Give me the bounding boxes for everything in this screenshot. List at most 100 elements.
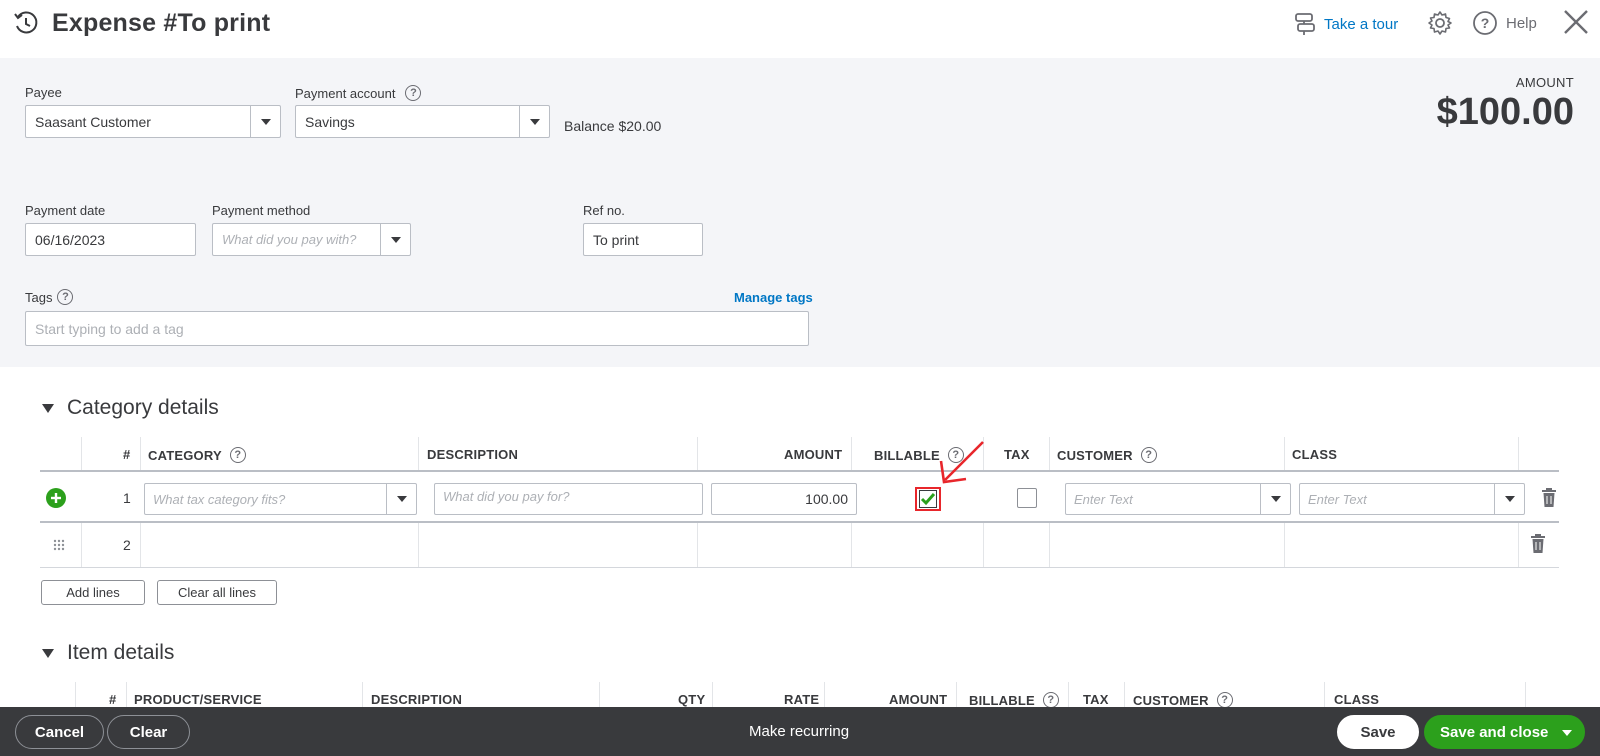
- expense-form-panel: Payee Saasant Customer Payment account ?…: [0, 58, 1600, 367]
- chevron-down-icon: [390, 236, 401, 243]
- payment-account-dropdown-toggle[interactable]: [519, 106, 549, 137]
- item-col-header-rate: RATE: [784, 692, 820, 707]
- save-and-close-button[interactable]: Save and close: [1424, 715, 1585, 749]
- col-header-billable-label: BILLABLE: [874, 447, 940, 463]
- payment-method-dropdown-toggle[interactable]: [380, 224, 410, 255]
- category-placeholder: What tax category fits?: [153, 491, 286, 507]
- col-divider: [956, 682, 957, 707]
- clear-all-lines-button[interactable]: Clear all lines: [157, 580, 277, 605]
- col-divider: [1124, 682, 1125, 707]
- payment-method-select[interactable]: What did you pay with?: [212, 223, 411, 256]
- collapse-triangle-icon: [42, 403, 54, 413]
- amount-total: $100.00: [1436, 91, 1574, 133]
- footer-bar: Cancel Clear Make recurring Save Save an…: [0, 707, 1600, 756]
- col-header-amount: AMOUNT: [784, 447, 843, 462]
- item-details-header[interactable]: Item details: [42, 641, 174, 665]
- help-button[interactable]: ? Help: [1472, 10, 1537, 36]
- col-divider: [126, 682, 127, 707]
- class-select[interactable]: Enter Text: [1299, 483, 1525, 515]
- tags-input[interactable]: Start typing to add a tag: [25, 311, 809, 346]
- row-number: 1: [123, 490, 131, 506]
- tags-placeholder: Start typing to add a tag: [35, 320, 184, 337]
- save-button[interactable]: Save: [1337, 715, 1419, 749]
- category-dropdown-toggle[interactable]: [386, 484, 416, 514]
- svg-text:?: ?: [1481, 15, 1490, 31]
- col-header-customer-label: CUSTOMER: [1057, 447, 1133, 463]
- settings-gear-icon[interactable]: [1427, 10, 1453, 36]
- ref-no-label: Ref no.: [583, 203, 625, 218]
- take-a-tour-link[interactable]: Take a tour: [1294, 12, 1398, 36]
- col-divider: [1525, 682, 1526, 707]
- payment-account-label-row: Payment account ?: [295, 85, 422, 101]
- item-col-header-product: PRODUCT/SERVICE: [134, 692, 262, 707]
- help-question-icon[interactable]: ?: [1042, 692, 1059, 708]
- payment-account-label: Payment account: [295, 85, 396, 101]
- make-recurring-link[interactable]: Make recurring: [749, 723, 849, 740]
- category-details-header[interactable]: Category details: [42, 396, 219, 420]
- amount-input[interactable]: 100.00: [711, 483, 857, 515]
- col-divider: [712, 682, 713, 707]
- payment-method-placeholder: What did you pay with?: [222, 232, 357, 247]
- help-question-icon[interactable]: ?: [229, 447, 246, 463]
- tags-label-row: Tags ?: [25, 289, 74, 305]
- col-header-category: CATEGORY ?: [148, 447, 246, 463]
- page-title: Expense #To print: [52, 9, 271, 37]
- payment-date-input[interactable]: 06/16/2023: [25, 223, 196, 256]
- add-line-plus-icon[interactable]: [46, 488, 66, 508]
- description-input[interactable]: What did you pay for?: [434, 483, 703, 515]
- item-col-header-billable: BILLABLE ?: [969, 692, 1059, 708]
- help-question-icon[interactable]: ?: [1216, 692, 1233, 708]
- payee-select[interactable]: Saasant Customer: [25, 105, 281, 138]
- billable-checkbox[interactable]: [915, 487, 941, 511]
- row-number: 2: [123, 537, 131, 553]
- add-lines-button[interactable]: Add lines: [41, 580, 145, 605]
- trash-icon[interactable]: [1541, 488, 1557, 507]
- class-dropdown-toggle[interactable]: [1494, 484, 1524, 514]
- col-divider: [1324, 682, 1325, 707]
- item-col-header-class: CLASS: [1334, 692, 1380, 707]
- item-col-header-customer: CUSTOMER ?: [1133, 692, 1233, 708]
- table-row[interactable]: 1 What tax category fits? What did you p…: [40, 470, 1559, 523]
- drag-handle-icon[interactable]: [53, 539, 65, 551]
- ref-no-input[interactable]: To print: [583, 223, 703, 256]
- balance-text: Balance $20.00: [564, 118, 662, 134]
- item-details-title: Item details: [67, 641, 175, 664]
- item-col-header-tax: TAX: [1083, 692, 1109, 707]
- item-col-header-qty: QTY: [678, 692, 706, 707]
- help-label: Help: [1506, 14, 1537, 32]
- chevron-down-icon[interactable]: [1562, 730, 1572, 736]
- table-row[interactable]: 2: [40, 523, 1559, 568]
- tax-checkbox[interactable]: [1017, 488, 1037, 508]
- chevron-down-icon: [260, 118, 271, 125]
- annotation-arrow-icon: [939, 441, 984, 484]
- payee-dropdown-toggle[interactable]: [250, 106, 280, 137]
- payee-value: Saasant Customer: [35, 113, 151, 130]
- payment-date-value: 06/16/2023: [35, 231, 106, 248]
- col-header-category-label: CATEGORY: [148, 447, 222, 463]
- item-col-header-description: DESCRIPTION: [371, 692, 463, 707]
- col-divider: [824, 682, 825, 707]
- take-a-tour-label: Take a tour: [1324, 15, 1399, 33]
- trash-icon[interactable]: [1530, 534, 1546, 553]
- chevron-down-icon: [1270, 496, 1281, 502]
- payment-account-select[interactable]: Savings: [295, 105, 550, 138]
- category-select[interactable]: What tax category fits?: [144, 483, 417, 515]
- signpost-icon: [1295, 13, 1315, 35]
- help-question-icon[interactable]: ?: [57, 289, 74, 305]
- chevron-down-icon: [1504, 496, 1515, 502]
- customer-select[interactable]: Enter Text: [1065, 483, 1291, 515]
- billable-checkbox-box: [919, 490, 937, 508]
- recent-transactions-icon[interactable]: [12, 9, 40, 37]
- manage-tags-link[interactable]: Manage tags: [734, 290, 813, 305]
- col-header-description: DESCRIPTION: [427, 447, 519, 462]
- col-header-class: CLASS: [1292, 447, 1338, 462]
- help-question-icon[interactable]: ?: [405, 85, 422, 101]
- clear-button[interactable]: Clear: [107, 715, 190, 749]
- cancel-button[interactable]: Cancel: [15, 715, 104, 749]
- customer-dropdown-toggle[interactable]: [1260, 484, 1290, 514]
- col-divider: [1068, 682, 1069, 707]
- help-question-icon[interactable]: ?: [1140, 447, 1157, 463]
- checkmark-icon: [920, 493, 936, 506]
- help-icon: ?: [1473, 11, 1497, 35]
- close-icon[interactable]: [1563, 9, 1589, 35]
